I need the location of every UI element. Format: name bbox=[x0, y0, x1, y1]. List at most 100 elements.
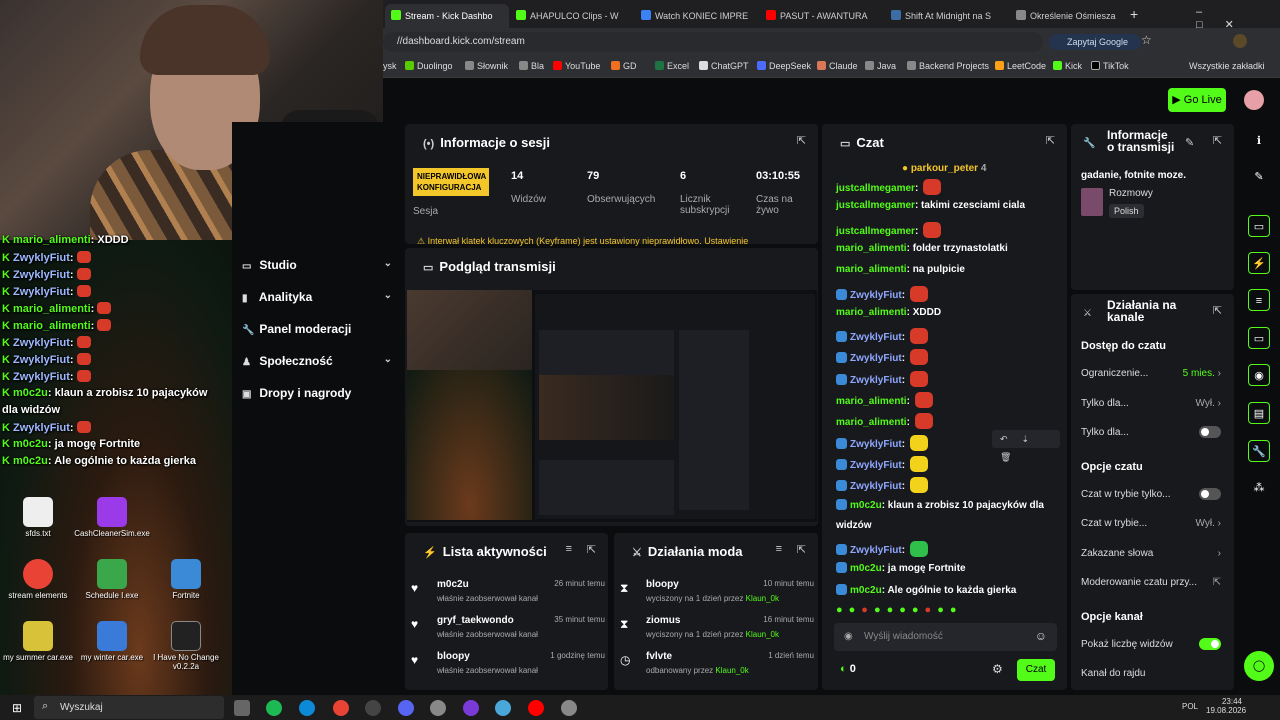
monitor-icon[interactable]: ▭ bbox=[1248, 215, 1270, 237]
setting-row[interactable]: Pokaż liczbę widzów bbox=[1081, 637, 1221, 650]
popout-icon[interactable]: ⇱ bbox=[797, 134, 806, 147]
popout-icon[interactable]: ⇱ bbox=[587, 543, 596, 556]
bookmark[interactable]: Bla bbox=[519, 61, 544, 71]
chat-message[interactable]: ZwyklyFiut: bbox=[836, 285, 928, 302]
list-item[interactable]: ⧗ ziomus wyciszony na 1 dzień przez Klaun_… bbox=[620, 615, 814, 639]
chat-message[interactable]: ZwyklyFiut: bbox=[836, 541, 928, 558]
info-icon[interactable]: ℹ bbox=[1248, 130, 1270, 152]
chat-message[interactable]: justcallmegamer: bbox=[836, 179, 942, 195]
desktop-icon-sfds[interactable]: sfds.txt bbox=[0, 497, 76, 538]
clock[interactable]: 23:44 19.08.2026 bbox=[1206, 697, 1246, 715]
edit-icon[interactable]: ✎ bbox=[1185, 136, 1194, 149]
bookmark[interactable]: Java bbox=[865, 61, 896, 71]
bookmark[interactable]: GD bbox=[611, 61, 637, 71]
chat-message[interactable]: ZwyklyFiut: bbox=[836, 434, 928, 451]
desktop-icon-summer-car[interactable]: my summer car.exe bbox=[0, 621, 76, 662]
bookmark[interactable]: LeetCode bbox=[995, 61, 1046, 71]
pinned-user[interactable]: ● parkour_peter 4 bbox=[902, 163, 986, 174]
url-input[interactable]: //dashboard.kick.com/stream bbox=[383, 32, 1043, 52]
desktop-icon-cashcleaner[interactable]: CashCleanerSim.exe bbox=[74, 497, 150, 538]
bookmark[interactable]: DeepSeek bbox=[757, 61, 811, 71]
gear-icon[interactable]: ⚙ bbox=[992, 662, 1003, 676]
setting-row[interactable]: Czat w trybie... Wył. › bbox=[1081, 518, 1221, 529]
popout-icon[interactable]: ⇱ bbox=[1213, 134, 1222, 147]
bookmark[interactable]: Duolingo bbox=[405, 61, 453, 71]
profile-icon[interactable] bbox=[1233, 34, 1247, 48]
toggle-switch[interactable] bbox=[1199, 637, 1221, 650]
new-tab-button[interactable]: + bbox=[1130, 6, 1138, 22]
browser-tab[interactable]: PASUT - AWANTURA bbox=[760, 4, 884, 28]
filter-icon[interactable]: ≡ bbox=[776, 543, 782, 555]
nav-item[interactable]: ▮ Analityka ⌄ bbox=[242, 290, 392, 304]
browser-tab[interactable]: Określenie Ośmiesza bbox=[1010, 4, 1134, 28]
ask-google-button[interactable]: Zapytaj Google bbox=[1049, 34, 1141, 50]
bolt-icon[interactable]: ⚡ bbox=[1248, 252, 1270, 274]
desktop-icon-stream-elements[interactable]: stream elements bbox=[0, 559, 76, 600]
popout-icon[interactable]: ⇱ bbox=[1213, 304, 1222, 317]
nav-item[interactable]: ▣ Dropy i nagrody bbox=[242, 386, 392, 400]
wrench-icon[interactable]: 🔧 bbox=[1248, 440, 1270, 462]
chat-message[interactable]: justcallmegamer: bbox=[836, 221, 942, 238]
pencil-icon[interactable]: ✎ bbox=[1248, 166, 1270, 188]
app-icon[interactable] bbox=[495, 700, 511, 716]
setting-row[interactable]: Tylko dla... bbox=[1081, 426, 1221, 438]
bookmark[interactable]: ysk bbox=[383, 61, 397, 71]
browser-tab[interactable]: AHAPULCO Clips - W bbox=[510, 4, 634, 28]
bookmark[interactable]: Backend Projects bbox=[907, 61, 989, 71]
browser-tab[interactable]: Shift At Midnight na S bbox=[885, 4, 1009, 28]
list-item[interactable]: ♥ m0c2u właśnie zaobserwował kanał 26 minut… bbox=[411, 579, 605, 603]
windows-start-icon[interactable]: ⊞ bbox=[12, 701, 22, 715]
help-chat-icon[interactable]: ◯ bbox=[1244, 651, 1274, 681]
list-item[interactable]: ⧗ bloopy wyciszony na 1 dzień przez Klaun_… bbox=[620, 579, 814, 603]
browser-tab[interactable]: Stream - Kick Dashbo bbox=[385, 4, 509, 28]
app-icon[interactable] bbox=[365, 700, 381, 716]
bookmark[interactable]: YouTube bbox=[553, 61, 600, 71]
nav-item[interactable]: ▭ Studio ⌄ bbox=[242, 258, 392, 272]
send-chat-button[interactable]: Czat bbox=[1017, 659, 1055, 681]
nav-item[interactable]: ♟ Społeczność ⌄ bbox=[242, 354, 392, 368]
bookmark[interactable]: TikTok bbox=[1091, 61, 1129, 71]
youtube-icon[interactable] bbox=[528, 700, 544, 716]
setting-row[interactable]: Ograniczenie... 5 mies. › bbox=[1081, 368, 1221, 379]
task-view-icon[interactable] bbox=[234, 700, 250, 716]
chat-message[interactable]: m0c2u: Ale ogólnie to każda gierka bbox=[836, 583, 1016, 596]
discord-icon[interactable] bbox=[398, 700, 414, 716]
chat-message[interactable]: ZwyklyFiut: bbox=[836, 477, 928, 494]
chat-message[interactable]: justcallmegamer: takimi czesciami ciala bbox=[836, 200, 1025, 211]
all-bookmarks[interactable]: Wszystkie zakładki bbox=[1189, 61, 1265, 71]
chat-message[interactable]: m0c2u: ja mogę Fortnite bbox=[836, 562, 966, 574]
broadcast-icon[interactable]: ◉ bbox=[1248, 364, 1270, 386]
bookmark-star-icon[interactable]: ☆ bbox=[1141, 33, 1152, 47]
avatar[interactable] bbox=[1244, 90, 1264, 110]
bookmark[interactable]: ChatGPT bbox=[699, 61, 749, 71]
chat-message[interactable]: ZwyklyFiut: bbox=[836, 455, 928, 472]
list-item[interactable]: ◷ fvlvte odbanowany przez Klaun_0k 1 dzień … bbox=[620, 651, 814, 675]
emoji-icon[interactable]: ☺ bbox=[1035, 629, 1047, 643]
chat-icon[interactable]: ▭ bbox=[1248, 327, 1270, 349]
chat-message[interactable]: ZwyklyFiut: bbox=[836, 328, 928, 345]
share-icon[interactable]: ⁂ bbox=[1248, 477, 1270, 499]
app-icon[interactable] bbox=[561, 700, 577, 716]
chat-input[interactable]: ◉ Wyślij wiadomość ☺ bbox=[834, 623, 1057, 651]
message-actions[interactable]: ↶⇣🗑 bbox=[992, 430, 1060, 462]
toggle-switch[interactable] bbox=[1199, 487, 1221, 500]
filter-icon[interactable]: ≡ bbox=[566, 543, 572, 555]
spotify-icon[interactable] bbox=[266, 700, 282, 716]
language-indicator[interactable]: POL bbox=[1182, 702, 1198, 711]
go-live-button[interactable]: ▶ Go Live bbox=[1168, 88, 1226, 112]
popout-icon[interactable]: ⇱ bbox=[797, 543, 806, 556]
list-icon[interactable]: ≡ bbox=[1248, 289, 1270, 311]
chat-message[interactable]: mario_alimenti: XDDD bbox=[836, 307, 941, 318]
nav-item[interactable]: 🔧 Panel moderacji bbox=[242, 322, 392, 336]
setting-row[interactable]: Tylko dla... Wył. › bbox=[1081, 398, 1221, 409]
emote-bar[interactable]: ●●●●●●●●●● bbox=[836, 604, 1056, 618]
desktop-icon-fortnite[interactable]: Fortnite bbox=[148, 559, 224, 600]
setting-row[interactable]: Kanał do rajdu bbox=[1081, 668, 1221, 679]
chrome-icon[interactable] bbox=[333, 700, 349, 716]
chat-message[interactable]: mario_alimenti: na pulpicie bbox=[836, 264, 965, 275]
edge-icon[interactable] bbox=[299, 700, 315, 716]
chat-message[interactable]: mario_alimenti: bbox=[836, 413, 933, 430]
setting-row[interactable]: Zakazane słowa › bbox=[1081, 548, 1221, 559]
bookmark[interactable]: Claude bbox=[817, 61, 858, 71]
bookmark[interactable]: Excel bbox=[655, 61, 689, 71]
